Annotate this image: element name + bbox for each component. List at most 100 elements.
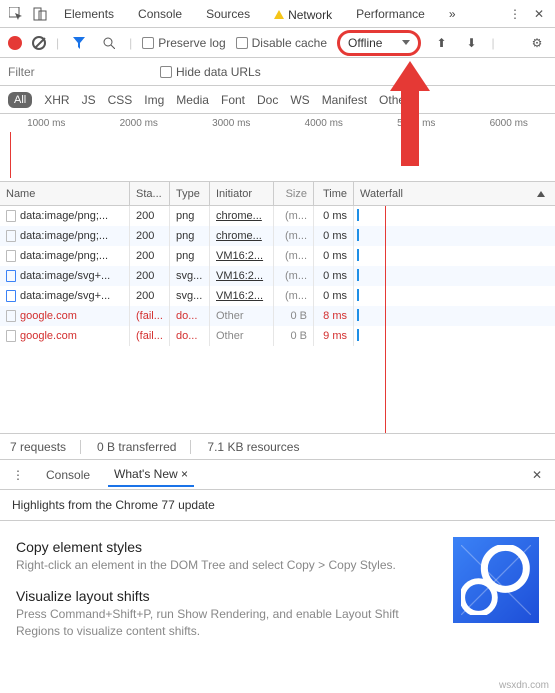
chevron-down-icon	[402, 40, 410, 45]
col-status[interactable]: Sta...	[130, 182, 170, 205]
filter-media[interactable]: Media	[176, 93, 209, 107]
waterfall-bar	[357, 329, 359, 341]
cell-initiator[interactable]: VM16:2...	[210, 246, 274, 266]
close-drawer-icon[interactable]: ✕	[527, 465, 547, 485]
download-icon[interactable]: ⬇	[461, 33, 481, 53]
close-devtools-icon[interactable]: ✕	[529, 4, 549, 24]
col-initiator[interactable]: Initiator	[210, 182, 274, 205]
waterfall-bar	[357, 309, 359, 321]
cell-status: 200	[130, 206, 170, 226]
cell-initiator[interactable]: Other	[210, 326, 274, 346]
col-waterfall[interactable]: Waterfall	[354, 182, 555, 205]
cell-size: (m...	[274, 206, 314, 226]
table-row[interactable]: data:image/svg+...200svg...VM16:2...(m..…	[0, 286, 555, 306]
drawer-menu-icon[interactable]: ⋮	[8, 465, 28, 485]
cell-size: (m...	[274, 266, 314, 286]
summary-transferred: 0 B transferred	[97, 440, 191, 454]
cell-size: (m...	[274, 246, 314, 266]
cell-initiator[interactable]: VM16:2...	[210, 286, 274, 306]
cell-type: svg...	[170, 266, 210, 286]
tick-label: 2000 ms	[120, 118, 158, 129]
cell-size: 0 B	[274, 306, 314, 326]
tab-performance[interactable]: Performance	[346, 3, 435, 25]
table-row[interactable]: data:image/png;...200pngchrome...(m...0 …	[0, 206, 555, 226]
cell-status: 200	[130, 286, 170, 306]
drawer-tab-console[interactable]: Console	[40, 464, 96, 486]
tab-network[interactable]: Network	[264, 2, 342, 26]
cell-time: 9 ms	[314, 326, 354, 346]
search-icon[interactable]	[99, 33, 119, 53]
tab-sources[interactable]: Sources	[196, 3, 260, 25]
device-mode-icon[interactable]	[30, 4, 50, 24]
watermark: wsxdn.com	[499, 680, 549, 691]
filter-input[interactable]	[8, 65, 148, 79]
cell-status: 200	[130, 226, 170, 246]
close-tab-icon[interactable]: ×	[181, 467, 188, 481]
filter-other[interactable]: Other	[379, 93, 409, 107]
network-rows: data:image/png;...200pngchrome...(m...0 …	[0, 206, 555, 434]
cell-name: data:image/png;...	[0, 206, 130, 226]
network-table-header: Name Sta... Type Initiator Size Time Wat…	[0, 182, 555, 206]
table-row[interactable]: google.com(fail...do...Other0 B8 ms	[0, 306, 555, 326]
cell-status: 200	[130, 266, 170, 286]
whatsnew-content: Copy element styles Right-click an eleme…	[0, 521, 555, 651]
cell-initiator[interactable]: chrome...	[210, 226, 274, 246]
cell-size: 0 B	[274, 326, 314, 346]
filter-manifest[interactable]: Manifest	[322, 93, 367, 107]
table-row[interactable]: google.com(fail...do...Other0 B9 ms	[0, 326, 555, 346]
cell-name: data:image/svg+...	[0, 266, 130, 286]
table-row[interactable]: data:image/png;...200pngchrome...(m...0 …	[0, 226, 555, 246]
preserve-log-label: Preserve log	[158, 36, 225, 50]
waterfall-bar	[357, 249, 359, 261]
filter-bar: Hide data URLs	[0, 58, 555, 86]
filter-js[interactable]: JS	[82, 93, 96, 107]
settings-icon[interactable]: ⚙	[527, 33, 547, 53]
cell-time: 0 ms	[314, 286, 354, 306]
col-type[interactable]: Type	[170, 182, 210, 205]
sort-indicator-icon	[537, 191, 545, 197]
tab-elements[interactable]: Elements	[54, 3, 124, 25]
filter-ws[interactable]: WS	[290, 93, 309, 107]
cell-initiator[interactable]: Other	[210, 306, 274, 326]
table-row[interactable]: data:image/svg+...200svg...VM16:2...(m..…	[0, 266, 555, 286]
throttle-dropdown[interactable]: Offline	[337, 30, 421, 56]
filter-all[interactable]: All	[8, 92, 32, 108]
filter-img[interactable]: Img	[144, 93, 164, 107]
cell-time: 0 ms	[314, 266, 354, 286]
cell-name: data:image/svg+...	[0, 286, 130, 306]
col-time[interactable]: Time	[314, 182, 354, 205]
drawer-tabbar: ⋮ Console What's New × ✕	[0, 460, 555, 490]
clear-icon[interactable]	[32, 36, 46, 50]
tick-label: 3000 ms	[212, 118, 250, 129]
disable-cache-checkbox[interactable]: Disable cache	[236, 36, 327, 50]
cell-name: data:image/png;...	[0, 226, 130, 246]
inspect-icon[interactable]	[6, 4, 26, 24]
hide-data-urls-checkbox[interactable]: Hide data URLs	[160, 65, 261, 79]
menu-icon[interactable]: ⋮	[505, 4, 525, 24]
filter-font[interactable]: Font	[221, 93, 245, 107]
col-size[interactable]: Size	[274, 182, 314, 205]
summary-requests: 7 requests	[10, 440, 81, 454]
preserve-log-checkbox[interactable]: Preserve log	[142, 36, 225, 50]
tab-console[interactable]: Console	[128, 3, 192, 25]
waterfall-bar	[357, 269, 359, 281]
filter-xhr[interactable]: XHR	[44, 93, 69, 107]
cell-initiator[interactable]: chrome...	[210, 206, 274, 226]
waterfall-bar	[357, 289, 359, 301]
col-name[interactable]: Name	[0, 182, 130, 205]
cell-initiator[interactable]: VM16:2...	[210, 266, 274, 286]
waterfall-bar	[357, 229, 359, 241]
filter-icon[interactable]	[69, 33, 89, 53]
filter-css[interactable]: CSS	[108, 93, 133, 107]
filter-doc[interactable]: Doc	[257, 93, 278, 107]
upload-icon[interactable]: ⬆	[431, 33, 451, 53]
cell-time: 8 ms	[314, 306, 354, 326]
type-filter-bar: All XHR JS CSS Img Media Font Doc WS Man…	[0, 86, 555, 114]
file-icon	[6, 330, 16, 342]
tab-more[interactable]: »	[439, 3, 466, 25]
drawer-tab-whatsnew[interactable]: What's New ×	[108, 463, 194, 487]
record-icon[interactable]	[8, 36, 22, 50]
table-row[interactable]: data:image/png;...200pngVM16:2...(m...0 …	[0, 246, 555, 266]
tick-label: 4000 ms	[305, 118, 343, 129]
timeline-overview[interactable]: 1000 ms 2000 ms 3000 ms 4000 ms 5000 ms …	[0, 114, 555, 182]
